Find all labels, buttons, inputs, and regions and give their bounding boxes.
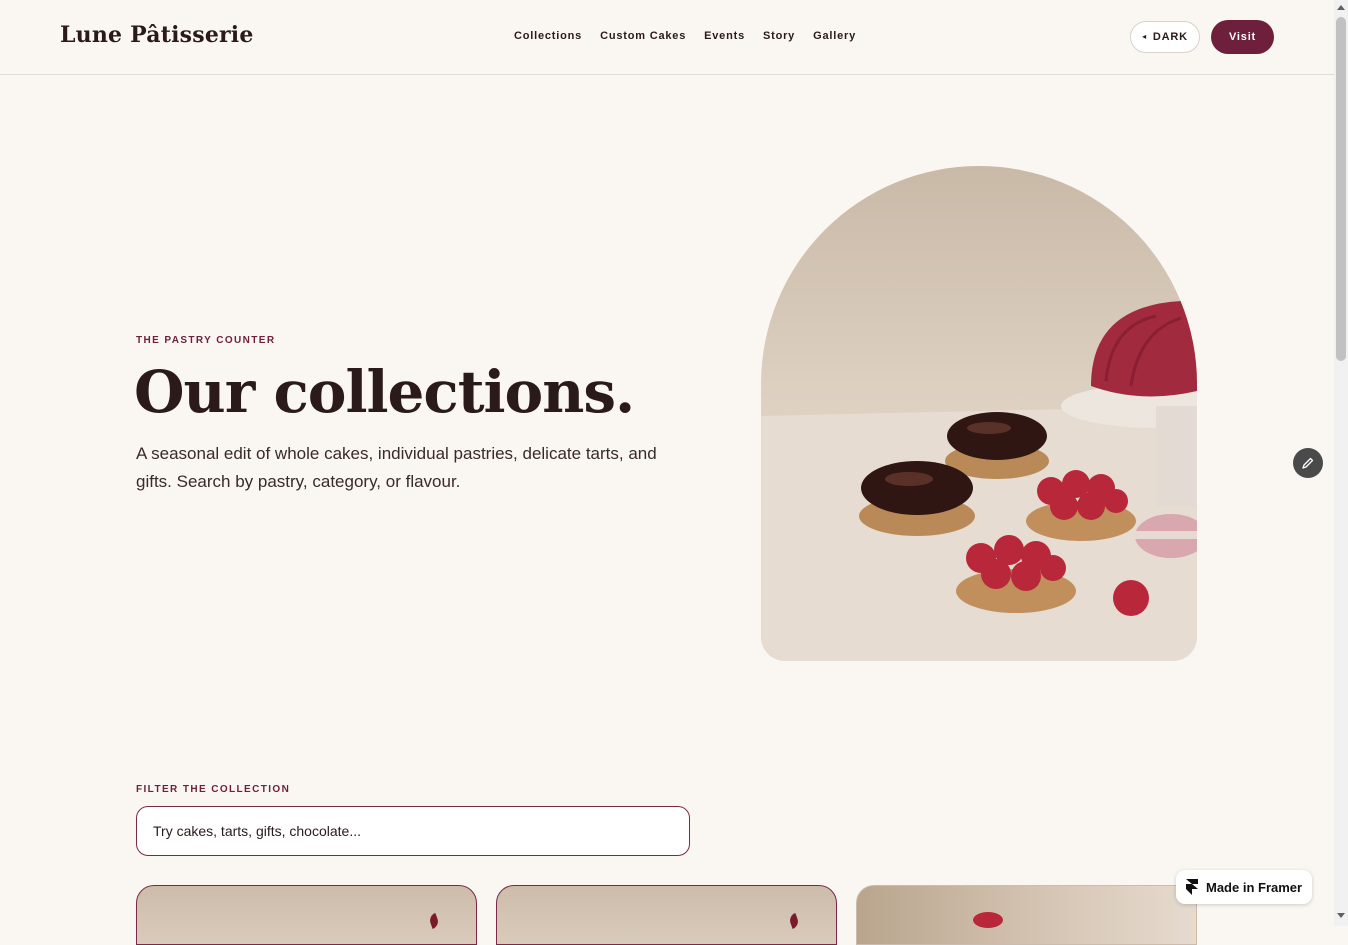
card-image xyxy=(427,913,441,929)
edit-button[interactable] xyxy=(1293,448,1323,478)
dark-mode-label: DARK xyxy=(1152,31,1188,43)
card-image xyxy=(787,913,801,929)
site-header: Lune Pâtisserie Collections Custom Cakes… xyxy=(0,0,1334,75)
hero-description: A seasonal edit of whole cakes, individu… xyxy=(136,444,657,491)
page-scrollbar[interactable] xyxy=(1334,0,1348,926)
nav-collections[interactable]: Collections xyxy=(514,30,582,42)
collection-card[interactable] xyxy=(496,885,837,945)
pencil-icon xyxy=(1302,457,1314,469)
framer-logo-icon xyxy=(1186,879,1198,895)
made-in-framer-badge[interactable]: Made in Framer xyxy=(1176,870,1312,904)
scroll-up-arrow-icon[interactable] xyxy=(1337,5,1345,10)
scroll-down-arrow-icon[interactable] xyxy=(1337,913,1345,918)
search-input[interactable] xyxy=(136,806,690,856)
nav-story[interactable]: Story xyxy=(763,30,795,42)
nav-events[interactable]: Events xyxy=(704,30,745,42)
filter-label: FILTER THE COLLECTION xyxy=(136,784,291,795)
moon-icon: ◂ xyxy=(1142,32,1147,41)
nav-custom-cakes[interactable]: Custom Cakes xyxy=(600,30,686,42)
collection-card[interactable] xyxy=(136,885,477,945)
nav-gallery[interactable]: Gallery xyxy=(813,30,856,42)
scroll-thumb[interactable] xyxy=(1336,17,1346,361)
brand-logo[interactable]: Lune Pâtisserie xyxy=(60,22,254,48)
hero-pastry-image xyxy=(761,166,1197,661)
visit-button[interactable]: Visit xyxy=(1211,20,1274,54)
hero-eyebrow: THE PASTRY COUNTER xyxy=(136,335,276,346)
badge-label: Made in Framer xyxy=(1206,879,1303,895)
collection-card[interactable] xyxy=(856,885,1197,945)
pastry-illustration xyxy=(761,301,1197,661)
hero-title: Our collections. xyxy=(134,358,635,426)
main-nav: Collections Custom Cakes Events Story Ga… xyxy=(514,30,856,42)
dark-mode-toggle[interactable]: ◂ DARK xyxy=(1130,21,1200,53)
